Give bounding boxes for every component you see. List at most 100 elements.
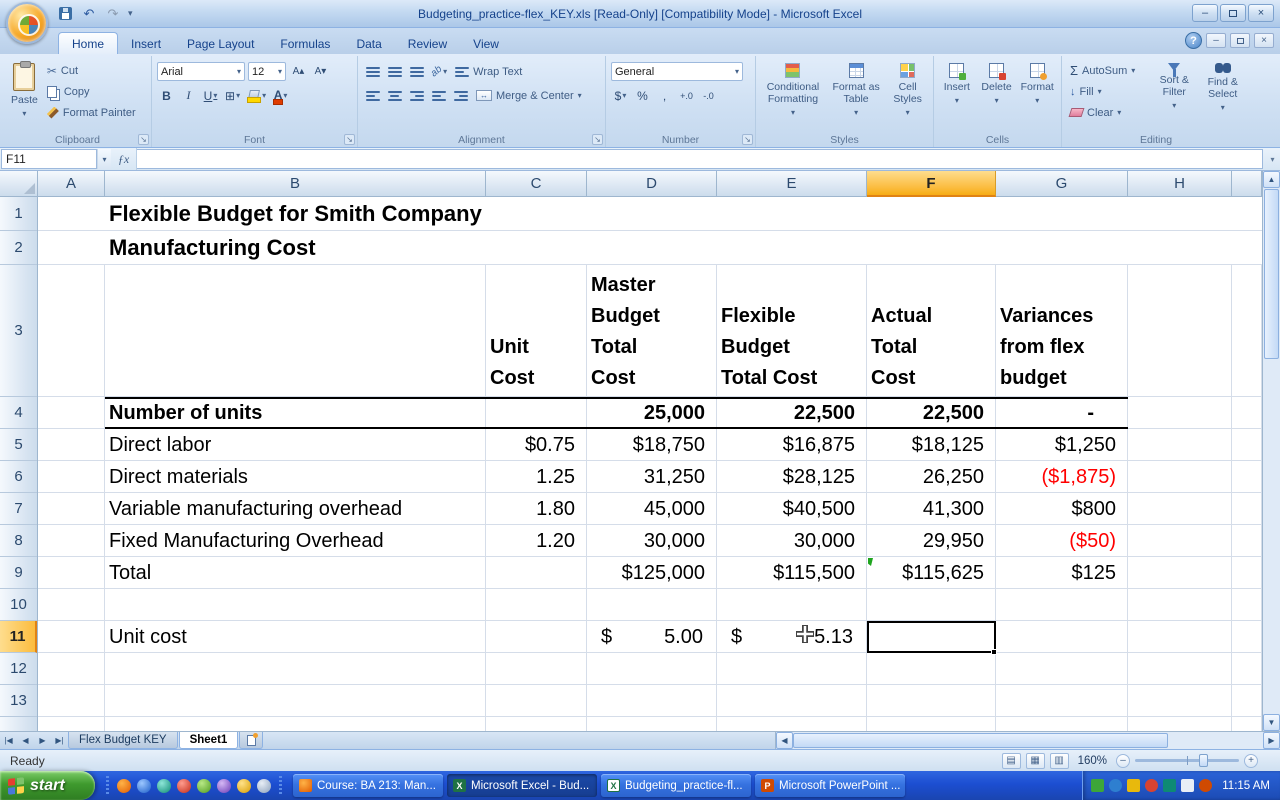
sheet-row-3[interactable]: Unit Cost Master Budget Total Cost Flexi…: [38, 265, 1262, 397]
cell-g9[interactable]: $125: [996, 557, 1128, 588]
align-center-button[interactable]: [385, 86, 404, 105]
insert-worksheet-button[interactable]: [239, 732, 264, 749]
tray-icon[interactable]: [1127, 779, 1141, 792]
conditional-formatting-button[interactable]: Conditional Formatting ▾: [761, 59, 825, 133]
save-button[interactable]: [56, 5, 74, 23]
tab-data[interactable]: Data: [343, 33, 394, 54]
cell-b2-title[interactable]: Manufacturing Cost: [105, 231, 486, 264]
cell-c7[interactable]: 1.80: [486, 493, 587, 524]
cell-e6[interactable]: $28,125: [717, 461, 867, 492]
cell-e5[interactable]: $16,875: [717, 429, 867, 460]
decrease-decimal-button[interactable]: -.0: [699, 86, 718, 105]
cell-f6[interactable]: 26,250: [867, 461, 996, 492]
cell-e7[interactable]: $40,500: [717, 493, 867, 524]
cell-c8[interactable]: 1.20: [486, 525, 587, 556]
italic-button[interactable]: I: [179, 86, 198, 105]
column-header-d[interactable]: D: [587, 171, 717, 197]
format-painter-button[interactable]: Format Painter: [44, 103, 139, 122]
undo-button[interactable]: ↶: [80, 5, 98, 23]
column-header-e[interactable]: E: [717, 171, 867, 197]
taskbar-window-firefox[interactable]: Course: BA 213: Man...: [293, 774, 443, 797]
last-sheet-button[interactable]: ▶|: [51, 732, 68, 749]
sheet-tab-flex-budget-key[interactable]: Flex Budget KEY: [68, 732, 178, 749]
alignment-dialog-launcher[interactable]: ↘: [592, 134, 603, 145]
format-as-table-button[interactable]: Format as Table ▾: [829, 59, 883, 133]
cell-b7[interactable]: Variable manufacturing overhead: [105, 493, 486, 524]
cell-e11[interactable]: $ 5.13: [717, 621, 867, 652]
increase-decimal-button[interactable]: +.0: [677, 86, 696, 105]
cell-f8[interactable]: 29,950: [867, 525, 996, 556]
grow-font-button[interactable]: A▴: [289, 62, 308, 81]
cell-d7[interactable]: 45,000: [587, 493, 717, 524]
redo-button[interactable]: ↷: [104, 5, 122, 23]
font-size-select[interactable]: 12 ▾: [248, 62, 286, 81]
cut-button[interactable]: ✂ Cut: [44, 61, 139, 80]
increase-indent-button[interactable]: [451, 86, 470, 105]
row-header-3[interactable]: 3: [0, 265, 37, 397]
cell-b4[interactable]: Number of units: [105, 397, 486, 428]
copy-button[interactable]: Copy: [44, 82, 139, 101]
wrap-text-button[interactable]: Wrap Text: [452, 62, 525, 81]
cell-c5[interactable]: $0.75: [486, 429, 587, 460]
sheet-row-11[interactable]: Unit cost $ 5.00 $ 5.13: [38, 621, 1262, 653]
zoom-slider-thumb[interactable]: [1199, 754, 1209, 767]
align-top-button[interactable]: [363, 62, 382, 81]
cell-g5[interactable]: $1,250: [996, 429, 1128, 460]
scroll-right-button[interactable]: ▶: [1263, 732, 1280, 749]
cell-b6[interactable]: Direct materials: [105, 461, 486, 492]
formula-input[interactable]: [137, 149, 1263, 169]
expand-formula-bar-button[interactable]: ▾: [1265, 148, 1280, 170]
next-sheet-button[interactable]: ▶: [34, 732, 51, 749]
column-header-c[interactable]: C: [486, 171, 587, 197]
sheet-row-12[interactable]: [38, 653, 1262, 685]
quick-launch-icon[interactable]: [137, 778, 151, 793]
cell-e9[interactable]: $115,500: [717, 557, 867, 588]
cell-g4[interactable]: -: [996, 397, 1128, 428]
previous-sheet-button[interactable]: ◀: [17, 732, 34, 749]
quick-launch-icon[interactable]: [157, 778, 171, 793]
tab-formulas[interactable]: Formulas: [267, 33, 343, 54]
sheet-row-1[interactable]: Flexible Budget for Smith Company: [38, 197, 1262, 231]
cell-g8[interactable]: ($50): [996, 525, 1128, 556]
restore-button[interactable]: [1220, 4, 1246, 22]
paste-button[interactable]: Paste ▾: [9, 59, 40, 133]
sort-filter-button[interactable]: Sort & Filter ▾: [1152, 59, 1197, 133]
fill-color-button[interactable]: ▾: [245, 86, 268, 105]
cell-d5[interactable]: $18,750: [587, 429, 717, 460]
sheet-row-5[interactable]: Direct labor $0.75 $18,750 $16,875 $18,1…: [38, 429, 1262, 461]
vertical-scroll-thumb[interactable]: [1264, 189, 1279, 359]
cell-c6[interactable]: 1.25: [486, 461, 587, 492]
workbook-minimize-button[interactable]: –: [1206, 33, 1226, 48]
sheet-row-6[interactable]: Direct materials 1.25 31,250 $28,125 26,…: [38, 461, 1262, 493]
office-button[interactable]: [6, 2, 48, 44]
quick-launch-icon[interactable]: [117, 778, 131, 793]
quick-launch-icon[interactable]: [217, 778, 231, 793]
delete-cells-button[interactable]: Delete ▾: [979, 59, 1015, 133]
scroll-down-button[interactable]: ▼: [1263, 714, 1280, 731]
page-layout-view-button[interactable]: ▦: [1025, 752, 1045, 769]
orientation-button[interactable]: ab ▾: [429, 62, 449, 81]
merge-center-button[interactable]: ↔ Merge & Center ▾: [473, 86, 585, 105]
underline-button[interactable]: U ▾: [201, 86, 220, 105]
bold-button[interactable]: B: [157, 86, 176, 105]
font-color-button[interactable]: A ▾: [271, 86, 290, 105]
cell-d9[interactable]: $125,000: [587, 557, 717, 588]
zoom-level[interactable]: 160%: [1074, 755, 1111, 767]
zoom-out-button[interactable]: –: [1116, 753, 1130, 768]
taskbar-window-budgeting-file[interactable]: X Budgeting_practice-fl...: [601, 774, 751, 797]
tray-icon[interactable]: [1199, 779, 1213, 792]
cell-d6[interactable]: 31,250: [587, 461, 717, 492]
cell-e8[interactable]: 30,000: [717, 525, 867, 556]
minimize-button[interactable]: –: [1192, 4, 1218, 22]
horizontal-scrollbar[interactable]: ◀ ▶: [775, 732, 1280, 749]
vertical-scrollbar[interactable]: ▲ ▼: [1262, 171, 1280, 731]
font-name-select[interactable]: Arial ▾: [157, 62, 245, 81]
clipboard-dialog-launcher[interactable]: ↘: [138, 134, 149, 145]
insert-cells-button[interactable]: Insert ▾: [939, 59, 975, 133]
insert-function-button[interactable]: ƒx: [111, 148, 137, 170]
cell-c3-header[interactable]: Unit Cost: [486, 265, 587, 396]
row-header-2[interactable]: 2: [0, 231, 37, 265]
taskbar-window-powerpoint[interactable]: P Microsoft PowerPoint ...: [755, 774, 905, 797]
start-button[interactable]: start: [0, 771, 95, 800]
row-header-5[interactable]: 5: [0, 429, 37, 461]
